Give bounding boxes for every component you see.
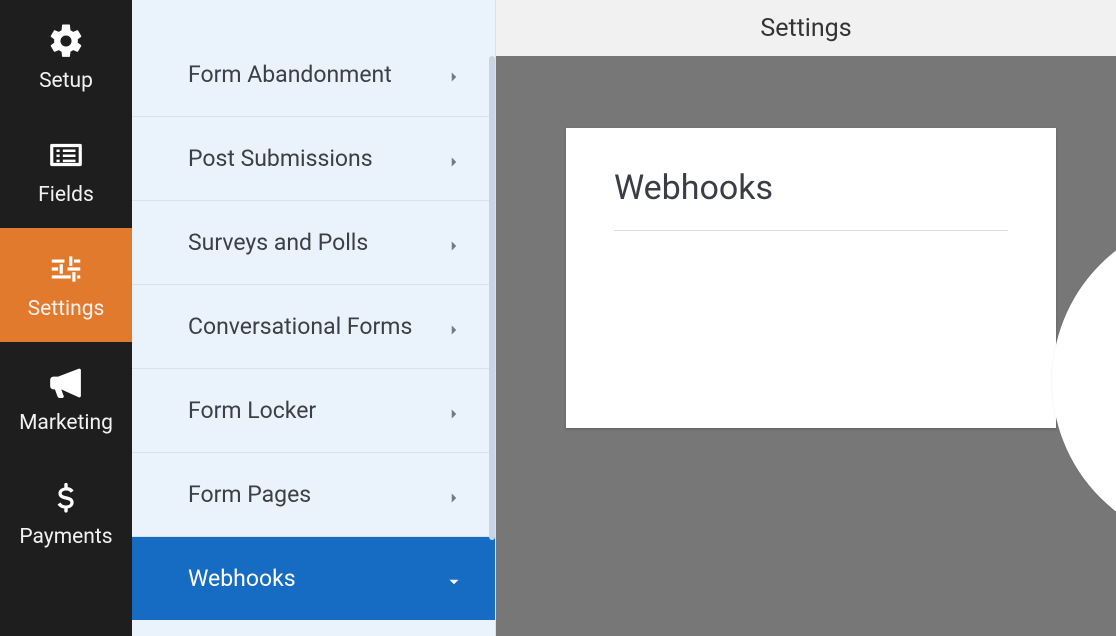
settings-panel: Form Abandonment Post Submissions Survey…	[132, 0, 496, 636]
settings-item-label: Surveys and Polls	[188, 229, 368, 256]
settings-item-conversational[interactable]: Conversational Forms	[132, 284, 495, 368]
tab-settings[interactable]: Settings	[720, 14, 891, 43]
main-area: Settings Webhooks Webhooks Off	[496, 0, 1116, 636]
settings-item-label: Form Pages	[188, 481, 311, 508]
tab-bar: Settings	[496, 0, 1116, 56]
nav-label: Settings	[28, 297, 105, 321]
sliders-icon	[46, 249, 86, 289]
content-card: Webhooks	[566, 128, 1056, 428]
settings-item-webhooks[interactable]: Webhooks	[132, 536, 495, 620]
list-icon	[46, 135, 86, 175]
nav-item-marketing[interactable]: Marketing	[0, 342, 132, 456]
nav-label: Marketing	[19, 411, 113, 435]
chevron-right-icon	[445, 486, 463, 504]
nav-item-payments[interactable]: Payments	[0, 456, 132, 570]
chevron-right-icon	[445, 318, 463, 336]
settings-list: Form Abandonment Post Submissions Survey…	[132, 0, 495, 620]
chevron-right-icon	[445, 234, 463, 252]
settings-item-label: Webhooks	[188, 565, 296, 592]
settings-item-label: Post Submissions	[188, 145, 373, 172]
card-title: Webhooks	[614, 168, 1008, 208]
settings-item-form-abandonment[interactable]: Form Abandonment	[132, 32, 495, 116]
settings-item-surveys-polls[interactable]: Surveys and Polls	[132, 200, 495, 284]
gear-icon	[46, 21, 86, 61]
megaphone-icon	[46, 363, 86, 403]
chevron-right-icon	[445, 65, 463, 83]
nav-label: Fields	[38, 183, 94, 207]
tab-label: Settings	[760, 14, 851, 43]
settings-item-post-submissions[interactable]: Post Submissions	[132, 116, 495, 200]
zoom-overlay: Webhooks Off	[1052, 216, 1116, 546]
app-root: Setup Fields Settings Marketing Payments	[0, 0, 1116, 636]
settings-item-form-locker[interactable]: Form Locker	[132, 368, 495, 452]
chevron-down-icon	[445, 570, 463, 588]
settings-item-label: Form Abandonment	[188, 61, 392, 88]
nav-label: Payments	[19, 525, 112, 549]
nav-label: Setup	[39, 69, 93, 93]
nav-item-settings[interactable]: Settings	[0, 228, 132, 342]
settings-item-form-pages[interactable]: Form Pages	[132, 452, 495, 536]
chevron-right-icon	[445, 150, 463, 168]
settings-item-label: Form Locker	[188, 397, 316, 424]
settings-item-label: Conversational Forms	[188, 313, 412, 340]
dollar-icon	[46, 477, 86, 517]
nav-item-setup[interactable]: Setup	[0, 0, 132, 114]
webhooks-control-group: Webhooks Off	[1055, 219, 1116, 386]
nav-item-fields[interactable]: Fields	[0, 114, 132, 228]
chevron-right-icon	[445, 402, 463, 420]
primary-nav: Setup Fields Settings Marketing Payments	[0, 0, 132, 636]
divider	[614, 230, 1008, 231]
